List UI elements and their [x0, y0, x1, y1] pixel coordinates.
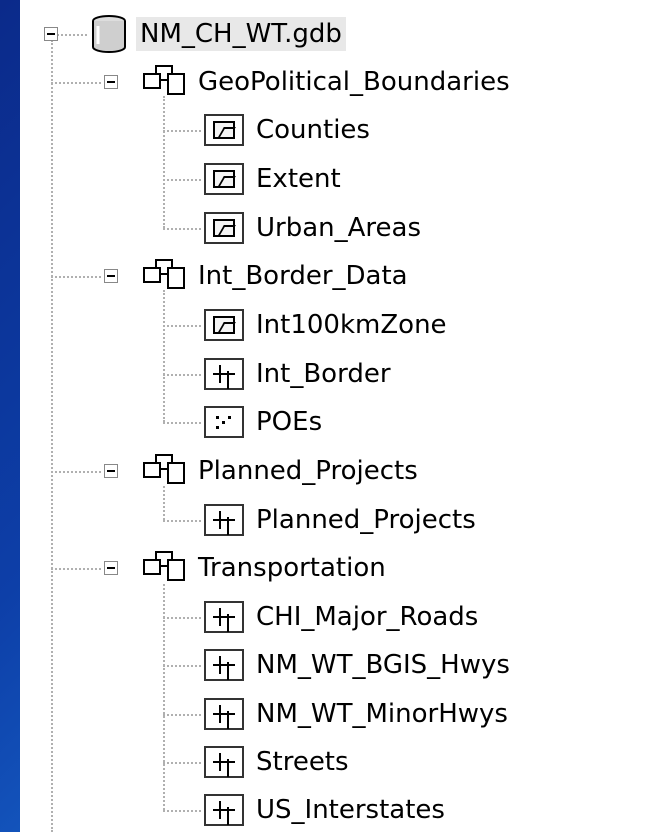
- tree-node-feature-class[interactable]: Urban_Areas: [204, 209, 425, 247]
- tree-node-label: GeoPolitical_Boundaries: [198, 67, 510, 97]
- tree-node-label: Int_Border_Data: [198, 261, 408, 291]
- tree-node-dataset[interactable]: Planned_Projects: [142, 452, 422, 490]
- tree-node-root[interactable]: NM_CH_WT.gdb: [90, 15, 346, 53]
- tree-connector: [51, 568, 101, 570]
- tree-node-feature-class[interactable]: Int100kmZone: [204, 306, 451, 344]
- tree-node-feature-class[interactable]: US_Interstates: [204, 791, 449, 829]
- point-feature-class-icon: [204, 406, 244, 438]
- polygon-feature-class-icon: [204, 163, 244, 195]
- tree-node-dataset[interactable]: Transportation: [142, 549, 390, 587]
- tree-connector: [163, 228, 201, 230]
- line-feature-class-icon: [204, 794, 244, 826]
- tree-node-label: NM_CH_WT.gdb: [136, 17, 346, 51]
- tree-connector: [163, 374, 201, 376]
- tree-connector: [163, 714, 201, 716]
- tree-node-feature-class[interactable]: Int_Border: [204, 355, 395, 393]
- tree-connector: [163, 179, 201, 181]
- tree-node-label: Urban_Areas: [256, 213, 422, 243]
- tree-node-label: Int_Border: [256, 359, 391, 389]
- collapse-toggle[interactable]: [104, 75, 118, 89]
- tree-node-label: Planned_Projects: [256, 505, 476, 535]
- feature-dataset-icon: [143, 551, 185, 581]
- tree-connector: [163, 762, 201, 764]
- feature-dataset-icon: [143, 65, 185, 95]
- tree-connector: [163, 486, 165, 520]
- tree-node-feature-class[interactable]: NM_WT_MinorHwys: [204, 695, 512, 733]
- line-feature-class-icon: [204, 746, 244, 778]
- tree-node-label: POEs: [256, 407, 323, 437]
- tree-node-dataset[interactable]: Int_Border_Data: [142, 257, 412, 295]
- line-feature-class-icon: [204, 358, 244, 390]
- tree-connector: [163, 665, 201, 667]
- tree-connector: [163, 290, 165, 422]
- tree-node-label: Planned_Projects: [198, 456, 418, 486]
- tree-node-label: Transportation: [198, 553, 386, 583]
- tree-node-feature-class[interactable]: Counties: [204, 111, 374, 149]
- tree-node-feature-class[interactable]: CHI_Major_Roads: [204, 598, 482, 636]
- tree-connector: [57, 34, 87, 36]
- tree-node-label: Int100kmZone: [256, 310, 447, 340]
- polygon-feature-class-icon: [204, 309, 244, 341]
- tree-connector: [163, 520, 201, 522]
- polygon-feature-class-icon: [204, 114, 244, 146]
- tree-node-label: CHI_Major_Roads: [256, 602, 479, 632]
- line-feature-class-icon: [204, 649, 244, 681]
- tree-node-feature-class[interactable]: Planned_Projects: [204, 501, 480, 539]
- feature-dataset-icon: [143, 259, 185, 289]
- tree-node-feature-class[interactable]: Streets: [204, 743, 353, 781]
- collapse-toggle[interactable]: [104, 269, 118, 283]
- collapse-toggle[interactable]: [104, 561, 118, 575]
- tree-connector: [163, 422, 201, 424]
- tree-node-feature-class[interactable]: POEs: [204, 403, 326, 441]
- tree-connector: [163, 810, 201, 812]
- tree-node-label: Counties: [256, 115, 370, 145]
- polygon-feature-class-icon: [204, 212, 244, 244]
- database-icon: [92, 15, 126, 53]
- tree-connector: [51, 40, 53, 832]
- tree-connector: [163, 96, 165, 228]
- line-feature-class-icon: [204, 504, 244, 536]
- line-feature-class-icon: [204, 698, 244, 730]
- tree-connector: [163, 325, 201, 327]
- tree-node-feature-class[interactable]: Extent: [204, 160, 345, 198]
- feature-dataset-icon: [143, 454, 185, 484]
- tree-node-label: US_Interstates: [256, 795, 445, 825]
- catalog-tree-panel: NM_CH_WT.gdb GeoPolitical_Boundaries Cou…: [20, 0, 672, 832]
- tree-node-label: Extent: [256, 164, 341, 194]
- collapse-toggle[interactable]: [104, 464, 118, 478]
- line-feature-class-icon: [204, 601, 244, 633]
- tree-connector: [51, 276, 101, 278]
- tree-node-feature-class[interactable]: NM_WT_BGIS_Hwys: [204, 646, 514, 684]
- tree-node-dataset[interactable]: GeoPolitical_Boundaries: [142, 63, 514, 101]
- tree-connector: [51, 471, 101, 473]
- tree-connector: [163, 130, 201, 132]
- tree-node-label: Streets: [256, 747, 349, 777]
- collapse-toggle[interactable]: [44, 27, 58, 41]
- tree-connector: [51, 82, 101, 84]
- tree-node-label: NM_WT_BGIS_Hwys: [256, 650, 510, 680]
- tree-node-label: NM_WT_MinorHwys: [256, 699, 508, 729]
- tree-connector: [163, 617, 201, 619]
